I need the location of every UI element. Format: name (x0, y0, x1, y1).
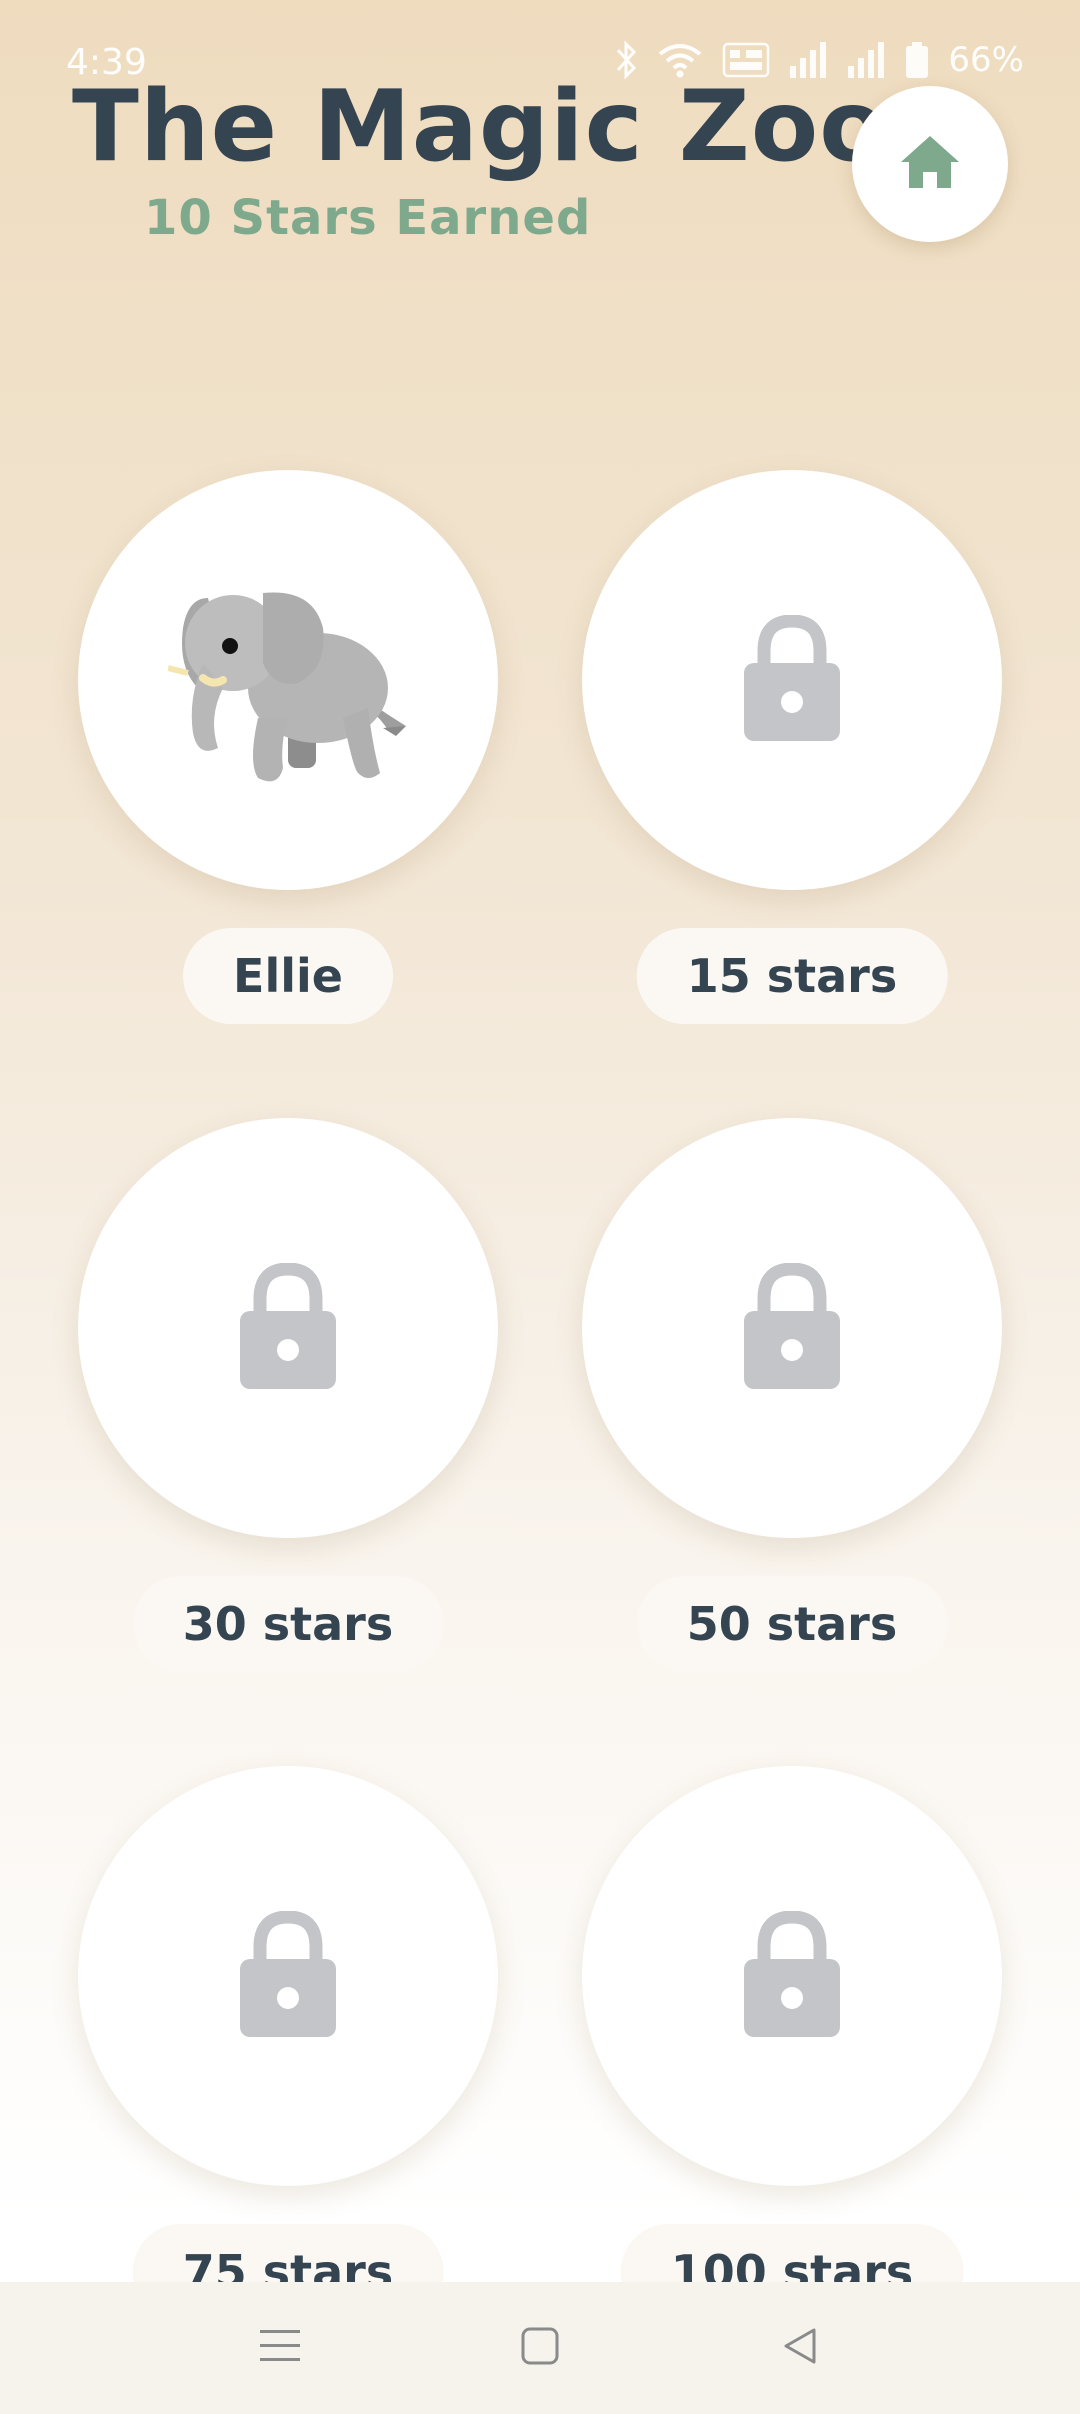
animal-circle[interactable] (78, 1118, 498, 1538)
lock-icon (742, 613, 842, 746)
home-nav-button[interactable] (500, 2308, 580, 2388)
battery-icon (904, 40, 930, 80)
stars-earned: 10 Stars Earned (144, 190, 592, 246)
home-square-icon (521, 2327, 559, 2370)
animal-card-locked[interactable]: 75 stars (78, 1766, 498, 2320)
back-button[interactable] (760, 2308, 840, 2388)
home-icon (899, 134, 961, 195)
animal-card-ellie[interactable]: Ellie (78, 470, 498, 1024)
menu-button[interactable] (240, 2308, 320, 2388)
animal-circle[interactable] (78, 470, 498, 890)
elephant-icon (167, 568, 408, 793)
lock-icon (238, 1261, 338, 1394)
lock-icon (742, 1261, 842, 1394)
menu-icon (260, 2328, 300, 2369)
home-button[interactable] (852, 86, 1008, 242)
animal-circle[interactable] (582, 1766, 1002, 2186)
animal-circle[interactable] (582, 1118, 1002, 1538)
unlock-requirement: 50 stars (636, 1576, 948, 1672)
lock-icon (742, 1909, 842, 2042)
animal-label: Ellie (183, 928, 393, 1024)
battery-percent: 66% (948, 40, 1024, 80)
back-icon (780, 2326, 820, 2371)
unlock-requirement: 30 stars (132, 1576, 444, 1672)
lock-icon (238, 1909, 338, 2042)
animal-circle[interactable] (582, 470, 1002, 890)
animal-card-locked[interactable]: 15 stars (582, 470, 1002, 1024)
unlock-requirement: 15 stars (636, 928, 948, 1024)
system-nav-bar (0, 2282, 1080, 2414)
animal-circle[interactable] (78, 1766, 498, 2186)
page-title: The Magic Zoo (72, 70, 888, 184)
animal-card-locked[interactable]: 100 stars (582, 1766, 1002, 2320)
animal-card-locked[interactable]: 30 stars (78, 1118, 498, 1672)
animal-card-locked[interactable]: 50 stars (582, 1118, 1002, 1672)
